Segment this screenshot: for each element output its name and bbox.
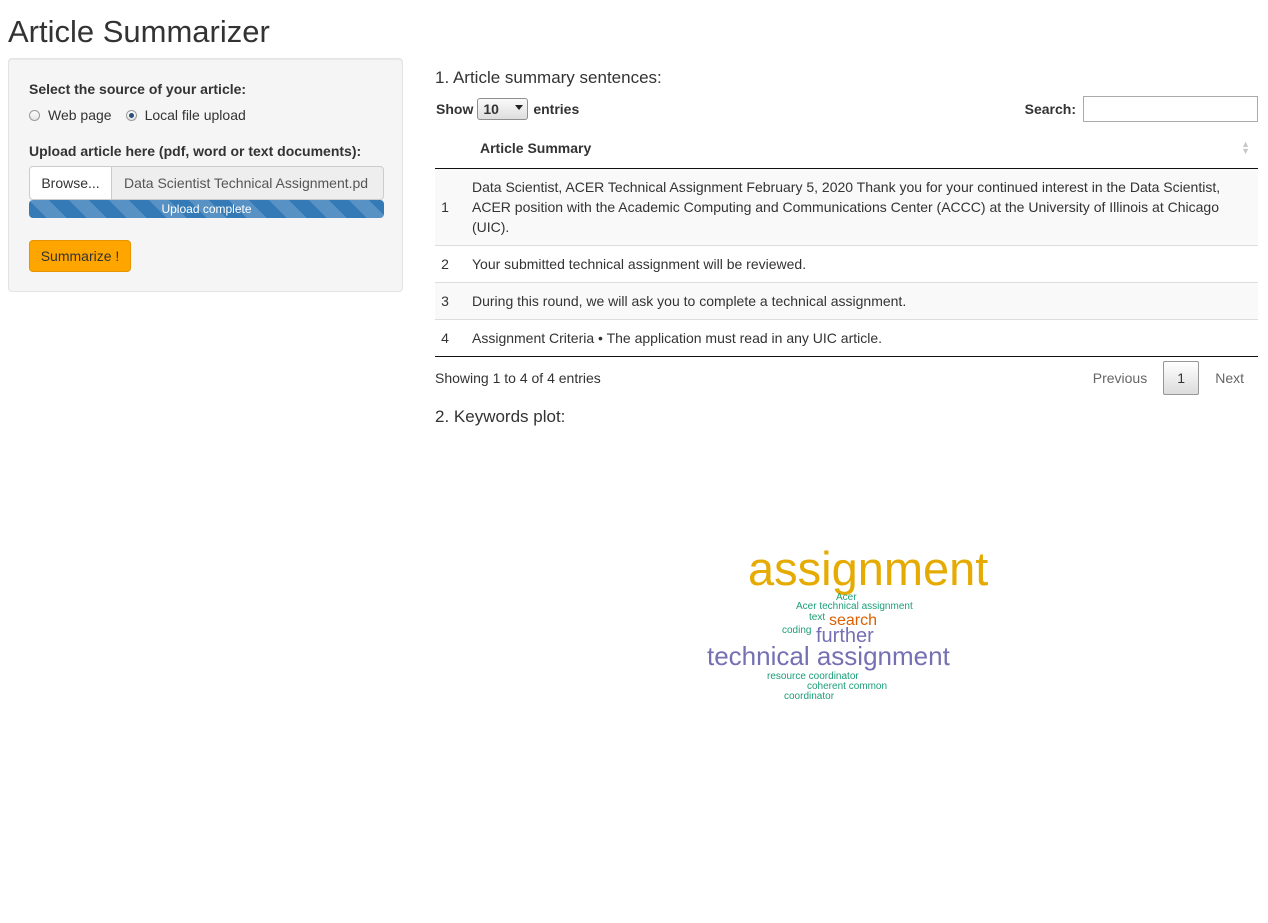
keyword-word: search — [829, 612, 878, 629]
next-page-button[interactable]: Next — [1201, 361, 1258, 395]
keyword-word: coordinator — [784, 691, 835, 702]
keywords-heading: 2. Keywords plot: — [435, 407, 566, 426]
previous-page-button[interactable]: Previous — [1079, 361, 1161, 395]
row-summary-text: Your submitted technical assignment will… — [462, 245, 1258, 283]
local-file-upload-radio[interactable] — [125, 109, 137, 121]
row-summary-text: During this round, we will ask you to co… — [462, 282, 1258, 320]
row-index: 3 — [435, 282, 462, 320]
row-summary-text: Assignment Criteria • The application mu… — [462, 319, 1258, 357]
keyword-word: Acer — [836, 592, 857, 603]
upload-progress-bar: Upload complete — [29, 200, 384, 218]
keyword-word: coding — [782, 625, 812, 636]
summary-table: Article Summary ▲ ▼ 1 Data Scientist, ACE… — [435, 128, 1258, 357]
browse-button[interactable]: Browse... — [29, 166, 112, 200]
page-1-button[interactable]: 1 — [1163, 361, 1200, 395]
keyword-word: assignment — [748, 542, 989, 595]
keyword-word: further — [816, 625, 874, 647]
sort-icon: ▲ ▼ — [1241, 139, 1250, 156]
keyword-word: resource coordinator — [767, 671, 859, 682]
entries-length-control: Show 10 entries — [436, 98, 579, 120]
summarize-button[interactable]: Summarize ! — [29, 240, 131, 272]
article-summary-column-header[interactable]: Article Summary ▲ ▼ — [462, 128, 1258, 169]
page-size-value: 10 — [483, 101, 499, 117]
local-file-upload-radio-label[interactable]: Local file upload — [145, 107, 246, 123]
column-header-label: Article Summary — [480, 140, 592, 156]
entries-label: entries — [533, 101, 580, 117]
index-column-header — [435, 128, 462, 169]
table-row: 4 Assignment Criteria • The application … — [435, 319, 1258, 357]
show-label: Show — [436, 101, 474, 117]
table-info: Showing 1 to 4 of 4 entries — [435, 370, 601, 386]
keyword-word: Acer technical assignment — [796, 601, 913, 612]
row-index: 2 — [435, 245, 462, 283]
upload-label: Upload article here (pdf, word or text d… — [29, 143, 362, 159]
page-size-select[interactable]: 10 — [477, 98, 529, 120]
source-radio-group: Web page Local file upload — [29, 107, 246, 123]
row-summary-text: Data Scientist, ACER Technical Assignmen… — [462, 168, 1258, 246]
input-panel: Select the source of your article: Web p… — [8, 58, 403, 292]
web-page-radio[interactable] — [29, 109, 40, 121]
file-upload-control: Browse... Data Scientist Technical Assig… — [29, 166, 384, 200]
pagination: Previous 1 Next — [1079, 361, 1258, 395]
summary-heading: 1. Article summary sentences: — [435, 68, 662, 87]
row-index: 4 — [435, 319, 462, 357]
app-title: Article Summarizer — [8, 14, 270, 49]
search-label: Search: — [1024, 101, 1076, 117]
row-index: 1 — [435, 168, 462, 246]
source-label: Select the source of your article: — [29, 81, 247, 97]
selected-file-name[interactable]: Data Scientist Technical Assignment.pd — [112, 166, 384, 200]
keyword-word: coherent common — [807, 681, 888, 692]
keyword-word: text — [809, 612, 826, 623]
table-header-row: Article Summary ▲ ▼ — [435, 128, 1258, 169]
web-page-radio-label[interactable]: Web page — [48, 107, 112, 123]
table-row: 3 During this round, we will ask you to … — [435, 282, 1258, 320]
table-row: 1 Data Scientist, ACER Technical Assignm… — [435, 168, 1258, 246]
table-search-control: Search: — [1025, 96, 1258, 122]
keyword-word: technical assignment — [707, 641, 950, 671]
search-input[interactable] — [1083, 96, 1258, 122]
dropdown-arrow-icon — [515, 105, 524, 110]
table-row: 2 Your submitted technical assignment wi… — [435, 245, 1258, 283]
